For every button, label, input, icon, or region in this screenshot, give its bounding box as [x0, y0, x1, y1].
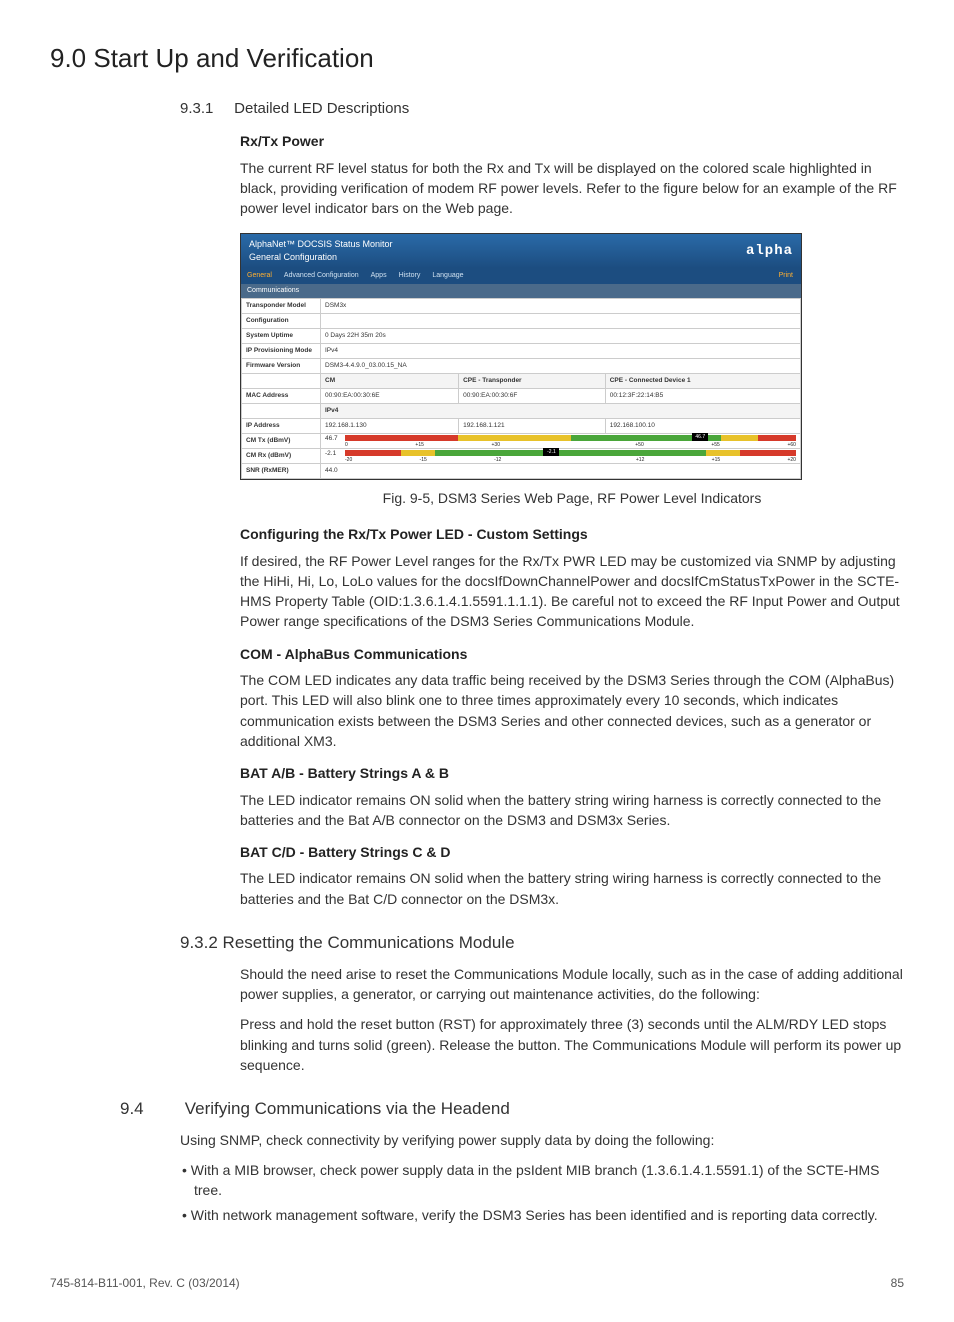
row-value: 0 Days 22H 35m 20s — [321, 329, 801, 344]
reset-p2: Press and hold the reset button (RST) fo… — [240, 1014, 904, 1075]
row-label: Transponder Model — [242, 299, 321, 314]
reset-p1: Should the need arise to reset the Commu… — [240, 964, 904, 1005]
web-page-screenshot: AlphaNet™ DOCSIS Status Monitor General … — [240, 233, 802, 480]
config-rxtx-heading: Configuring the Rx/Tx Power LED - Custom… — [240, 524, 904, 544]
status-table: Transponder ModelDSM3x Configuration Sys… — [241, 298, 801, 479]
row-value: DSM3x — [321, 299, 801, 314]
row-label: System Uptime — [242, 329, 321, 344]
section-9-3-1-heading: 9.3.1 Detailed LED Descriptions — [180, 98, 904, 120]
row-label: IP Address — [242, 419, 321, 434]
bat-cd-heading: BAT C/D - Battery Strings C & D — [240, 842, 904, 862]
tx-marker: 46.7 — [692, 433, 708, 441]
section-number: 9.4 — [120, 1097, 180, 1122]
cell: 192.168.1.130 — [321, 419, 459, 434]
cell: 00:90:EA:00:30:6E — [321, 389, 459, 404]
row-label: IP Provisioning Mode — [242, 344, 321, 359]
com-heading: COM - AlphaBus Communications — [240, 644, 904, 664]
cell: 00:90:EA:00:30:6F — [459, 389, 606, 404]
bat-ab-heading: BAT A/B - Battery Strings A & B — [240, 763, 904, 783]
print-link[interactable]: Print — [773, 268, 801, 284]
page-footer: 745-814-B11-001, Rev. C (03/2014) 85 — [50, 1275, 904, 1292]
tx-power-bar: 46.7 0+15+30+50+55+60 — [345, 434, 796, 448]
tab-history[interactable]: History — [393, 268, 427, 284]
row-label: SNR (RxMER) — [242, 464, 321, 479]
ipv4-subhead: IPv4 — [321, 404, 801, 419]
verify-intro: Using SNMP, check connectivity by verify… — [180, 1130, 904, 1150]
cell: 192.168.100.10 — [605, 419, 800, 434]
section-9-4-heading: 9.4 Verifying Communications via the Hea… — [120, 1097, 904, 1122]
tab-advanced[interactable]: Advanced Configuration — [278, 268, 365, 284]
section-title-text: Resetting the Communications Module — [223, 933, 515, 952]
col-header: CPE - Transponder — [459, 374, 606, 389]
section-number: 9.3.1 — [180, 98, 230, 120]
tab-language[interactable]: Language — [426, 268, 469, 284]
section-9-3-2-heading: 9.3.2 Resetting the Communications Modul… — [180, 931, 904, 956]
cell: 192.168.1.121 — [459, 419, 606, 434]
communications-bar: Communications — [241, 284, 801, 298]
tab-general[interactable]: General — [241, 268, 278, 284]
config-rxtx-body: If desired, the RF Power Level ranges fo… — [240, 551, 904, 632]
rx-value: -2.1 — [325, 449, 345, 458]
row-label: Firmware Version — [242, 359, 321, 374]
rxtx-power-body: The current RF level status for both the… — [240, 158, 904, 219]
verify-bullets: With a MIB browser, check power supply d… — [180, 1160, 904, 1225]
tab-apps[interactable]: Apps — [365, 268, 393, 284]
bat-cd-body: The LED indicator remains ON solid when … — [240, 868, 904, 909]
section-number: 9.3.2 — [180, 933, 218, 952]
nav-tabs: General Advanced Configuration Apps Hist… — [241, 268, 801, 284]
figure-caption: Fig. 9-5, DSM3 Series Web Page, RF Power… — [240, 488, 904, 508]
col-header: CM — [321, 374, 459, 389]
com-body: The COM LED indicates any data traffic b… — [240, 670, 904, 751]
rx-power-bar: -2.1 -20-15-12+12+15+20 — [345, 449, 796, 463]
row-label: CM Rx (dBmV) — [242, 449, 321, 464]
col-header: CPE - Connected Device 1 — [605, 374, 800, 389]
footer-page-number: 85 — [891, 1275, 904, 1292]
bat-ab-body: The LED indicator remains ON solid when … — [240, 790, 904, 831]
tx-value: 46.7 — [325, 434, 345, 443]
rx-marker: -2.1 — [543, 448, 559, 456]
row-value — [321, 314, 801, 329]
row-label: Configuration — [242, 314, 321, 329]
cell: 00:12:3F:22:14:B5 — [605, 389, 800, 404]
list-item: With network management software, verify… — [180, 1205, 904, 1225]
app-title: AlphaNet™ DOCSIS Status Monitor — [249, 238, 393, 251]
page-title: 9.0 Start Up and Verification — [50, 40, 904, 78]
row-label: MAC Address — [242, 389, 321, 404]
row-value: IPv4 — [321, 344, 801, 359]
row-value: DSM3-4.4.9.0_03.00.15_NA — [321, 359, 801, 374]
list-item: With a MIB browser, check power supply d… — [180, 1160, 904, 1201]
section-title-text: Verifying Communications via the Headend — [185, 1099, 510, 1118]
screenshot-header: AlphaNet™ DOCSIS Status Monitor General … — [241, 234, 801, 268]
row-value: 44.0 — [321, 464, 801, 479]
footer-doc-id: 745-814-B11-001, Rev. C (03/2014) — [50, 1275, 240, 1292]
row-label: CM Tx (dBmV) — [242, 434, 321, 449]
rxtx-power-heading: Rx/Tx Power — [240, 131, 904, 151]
app-subtitle: General Configuration — [249, 251, 393, 264]
section-title-text: Detailed LED Descriptions — [234, 100, 409, 117]
alpha-logo: alpha — [746, 241, 793, 261]
